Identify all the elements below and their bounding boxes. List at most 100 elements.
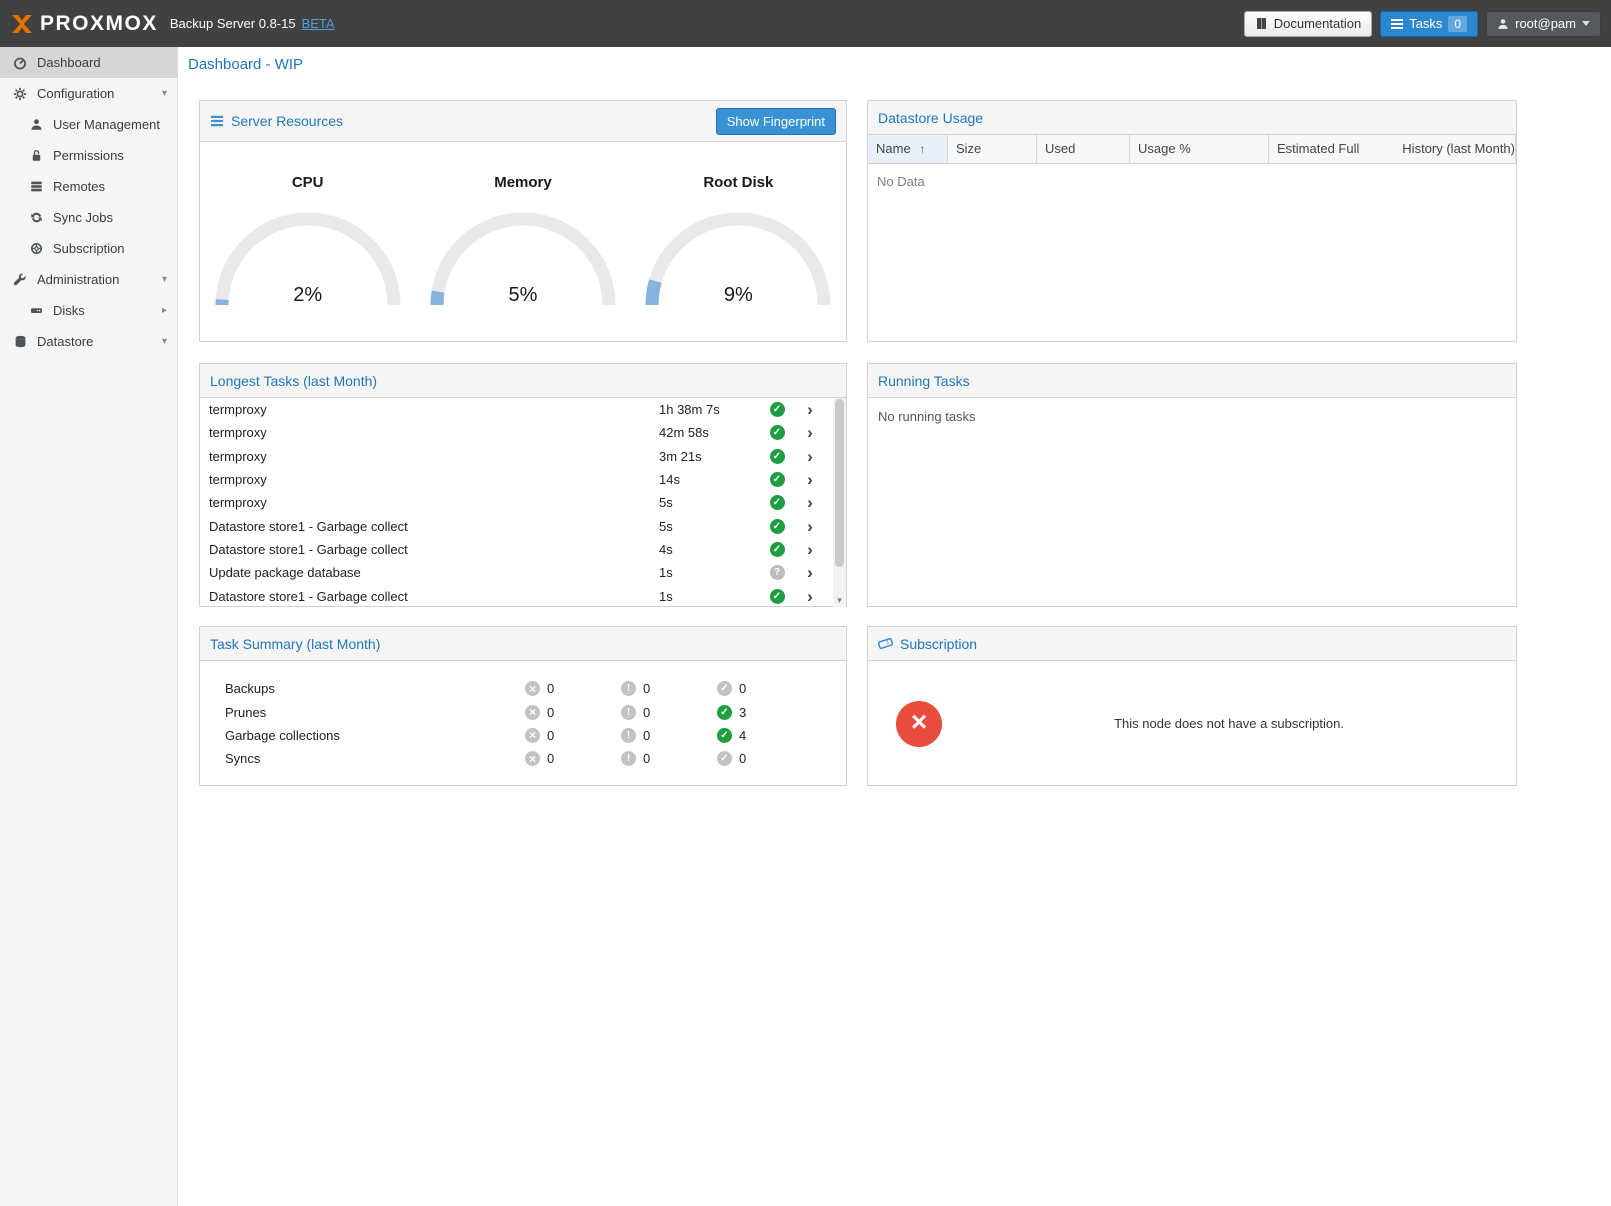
task-status-icon [770,589,785,604]
ok-icon [717,705,732,720]
ok-count: 0 [739,751,746,766]
sidebar-item-user-management[interactable]: User Management [0,109,177,140]
beta-link[interactable]: BETA [302,16,335,31]
task-row[interactable]: termproxy 3m 21s [200,445,833,468]
chevron-right-icon[interactable] [795,518,825,535]
top-bar: PROXMOX Backup Server 0.8-15 BETA Docume… [0,0,1611,47]
task-name: Datastore store1 - Garbage collect [200,589,659,604]
server-resources-icon [210,114,224,128]
sidebar-item-subscription[interactable]: Subscription [0,233,177,264]
task-duration: 5s [659,519,759,534]
task-duration: 5s [659,495,759,510]
task-summary-panel: Task Summary (last Month) Backups 0 [199,626,847,786]
sidebar-item-sync-jobs[interactable]: Sync Jobs [0,202,177,233]
sidebar-item-dashboard[interactable]: Dashboard [0,47,177,78]
gears-icon [12,86,28,102]
summary-label: Backups [200,681,525,696]
task-status-icon [770,472,785,487]
column-label: Name [876,141,911,156]
chevron-right-icon[interactable] [795,424,825,441]
panel-title: Subscription [900,636,977,652]
task-row[interactable]: termproxy 1h 38m 7s [200,398,833,421]
column-header[interactable]: Used [1037,135,1130,163]
chevron-down-icon[interactable]: ▾ [162,88,167,99]
proxmox-logo[interactable]: PROXMOX [10,12,158,36]
user-icon [28,117,44,133]
sidebar-item-datastore[interactable]: Datastore ▾ [0,326,177,357]
dashboard-icon [12,55,28,71]
column-header[interactable]: Usage % [1130,135,1269,163]
column-header[interactable]: History (last Month) [1394,135,1516,163]
subscription-header: Subscription [868,627,1516,661]
sidebar: Dashboard Configuration ▾ User Managemen… [0,47,178,1206]
datastore-table-header: Name Size Used Usage % [868,135,1516,164]
gauge-label: Memory [415,174,630,191]
chevron-right-icon[interactable]: ▸ [162,305,167,316]
tasks-button[interactable]: Tasks 0 [1380,11,1478,37]
task-row[interactable]: Update package database 1s [200,561,833,584]
scrollbar[interactable]: ▾ [833,398,846,607]
book-icon [1255,17,1268,30]
column-header[interactable]: Name [868,135,948,163]
chevron-right-icon[interactable] [795,541,825,558]
error-count: 0 [547,728,554,743]
task-row[interactable]: termproxy 42m 58s [200,421,833,444]
error-icon [525,681,540,696]
sidebar-item-disks[interactable]: Disks ▸ [0,295,177,326]
chevron-right-icon[interactable] [795,564,825,581]
task-row[interactable]: Datastore store1 - Garbage collect 4s [200,538,833,561]
scrollbar-thumb[interactable] [835,399,844,567]
task-duration: 1s [659,565,759,580]
error-count: 0 [547,751,554,766]
show-fingerprint-button[interactable]: Show Fingerprint [716,108,836,135]
datastore-usage-panel: Datastore Usage Name Size [867,100,1517,342]
no-subscription-icon [896,701,942,747]
sidebar-item-configuration[interactable]: Configuration ▾ [0,78,177,109]
sidebar-item-label: Dashboard [37,55,101,70]
header-actions: Documentation Tasks 0 root@pam [1244,11,1601,37]
task-row[interactable]: termproxy 5s [200,491,833,514]
documentation-button[interactable]: Documentation [1244,11,1372,37]
support-icon [28,241,44,257]
task-status-icon [770,449,785,464]
column-header[interactable]: Estimated Full [1269,135,1394,163]
chevron-down-icon[interactable]: ▾ [162,274,167,285]
chevron-right-icon[interactable] [795,471,825,488]
task-status-icon [770,402,785,417]
sync-icon [28,210,44,226]
chevron-right-icon[interactable] [795,588,825,605]
summary-label: Syncs [200,751,525,766]
subscription-message: This node does not have a subscription. [942,716,1516,731]
task-duration: 1h 38m 7s [659,402,759,417]
server-resources-header: Server Resources Show Fingerprint [200,101,846,142]
warning-icon [621,728,636,743]
user-menu-button[interactable]: root@pam [1486,11,1601,37]
error-icon [525,728,540,743]
sidebar-item-label: Disks [53,303,85,318]
chevron-down-icon[interactable]: ▾ [162,336,167,347]
sidebar-item-label: Sync Jobs [53,210,113,225]
tasks-count-badge: 0 [1448,16,1467,32]
task-row[interactable]: Datastore store1 - Garbage collect 5s [200,514,833,537]
sidebar-item-administration[interactable]: Administration ▾ [0,264,177,295]
ok-count: 0 [739,681,746,696]
chevron-right-icon[interactable] [795,401,825,418]
task-list-icon [1391,18,1403,30]
task-name: termproxy [200,472,659,487]
sidebar-item-label: User Management [53,117,160,132]
column-header[interactable]: Size [948,135,1037,163]
ok-icon [717,681,732,696]
warning-count: 0 [643,705,650,720]
column-label: Estimated Full [1277,141,1359,156]
page-title: Dashboard - WIP [178,47,1611,81]
sidebar-item-remotes[interactable]: Remotes [0,171,177,202]
chevron-right-icon[interactable] [795,448,825,465]
main-area: Dashboard - WIP Server Resources Show Fi… [178,47,1611,1206]
chevron-right-icon[interactable] [795,494,825,511]
panel-title: Running Tasks [878,373,970,389]
task-summary-header: Task Summary (last Month) [200,627,846,661]
task-row[interactable]: termproxy 14s [200,468,833,491]
task-row[interactable]: Datastore store1 - Garbage collect 1s [200,584,833,607]
sidebar-item-permissions[interactable]: Permissions [0,140,177,171]
scroll-down-arrow[interactable]: ▾ [833,593,846,607]
